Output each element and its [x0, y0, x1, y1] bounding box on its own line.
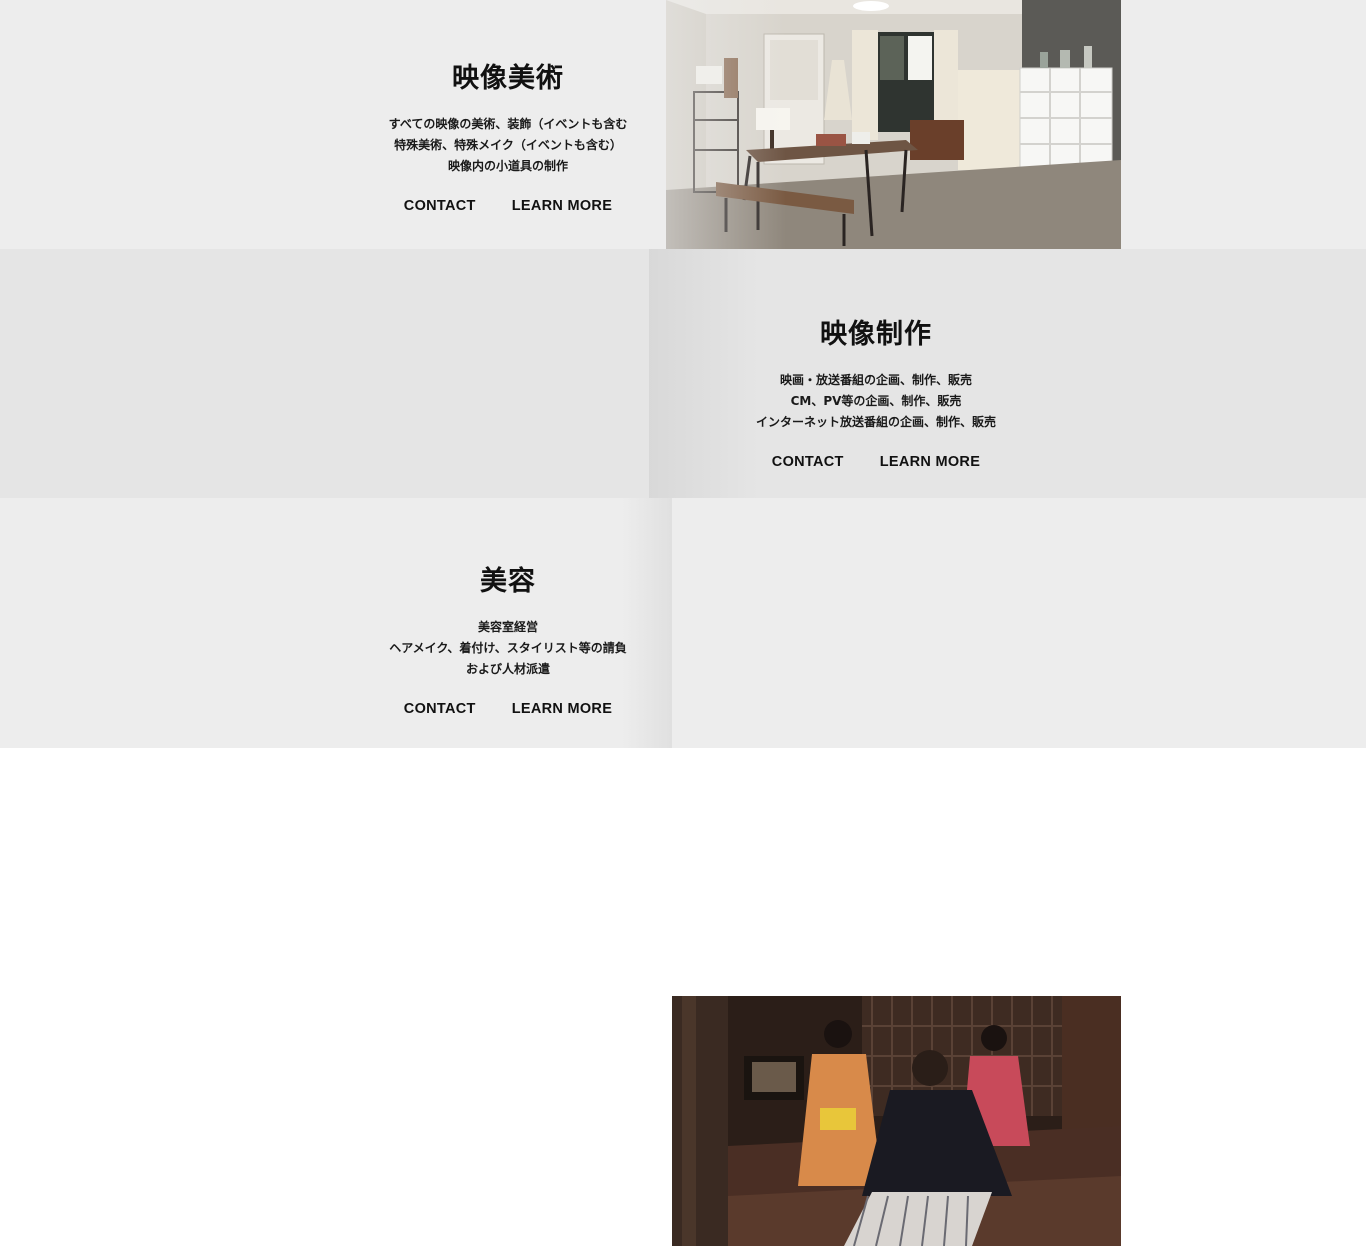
section-description: 映画・放送番組の企画、制作、販売 CM、PV等の企画、制作、販売 インターネット… [726, 370, 1026, 433]
section-links: CONTACT LEARN MORE [358, 198, 658, 214]
section-text: 映像美術 すべての映像の美術、装飾（イベントも含む 特殊美術、特殊メイク（イベン… [358, 62, 658, 214]
photo-fade [666, 0, 786, 249]
photo-kimono-scene [672, 996, 1121, 1246]
contact-link[interactable]: CONTACT [404, 701, 476, 717]
learn-more-link[interactable]: LEARN MORE [880, 454, 980, 470]
section-text: 美容 美容室経営 ヘアメイク、着付け、スタイリスト等の請負 および人材派遣 CO… [358, 565, 658, 717]
description-line: 特殊美術、特殊メイク（イベントも含む） [394, 138, 622, 152]
section-video-production: 映像制作 映画・放送番組の企画、制作、販売 CM、PV等の企画、制作、販売 イン… [0, 249, 1366, 747]
section-title: 映像美術 [452, 63, 564, 94]
section-links: CONTACT LEARN MORE [726, 454, 1026, 470]
description-line: CM、PV等の企画、制作、販売 [790, 394, 962, 408]
section-title: 美容 [480, 566, 536, 597]
description-line: すべての映像の美術、装飾（イベントも含む [388, 117, 628, 131]
description-line: および人材派遣 [465, 662, 550, 676]
contact-link[interactable]: CONTACT [772, 454, 844, 470]
learn-more-link[interactable]: LEARN MORE [512, 701, 612, 717]
section-description: すべての映像の美術、装飾（イベントも含む 特殊美術、特殊メイク（イベントも含む）… [358, 114, 658, 177]
section-beauty: 美容 美容室経営 ヘアメイク、着付け、スタイリスト等の請負 および人材派遣 CO… [0, 498, 1366, 1246]
photo-fade [622, 498, 672, 748]
description-line: 映画・放送番組の企画、制作、販売 [779, 373, 972, 387]
section-visual-art: 映像美術 すべての映像の美術、装飾（イベントも含む 特殊美術、特殊メイク（イベン… [0, 0, 1366, 249]
section-text: 映像制作 映画・放送番組の企画、制作、販売 CM、PV等の企画、制作、販売 イン… [726, 318, 1026, 470]
kimono-scene-image [672, 996, 1121, 1246]
description-line: 映像内の小道具の制作 [447, 159, 568, 173]
section-links: CONTACT LEARN MORE [358, 701, 658, 717]
photo-studio-room [666, 0, 1121, 249]
description-line: ヘアメイク、着付け、スタイリスト等の請負 [389, 641, 627, 655]
description-line: インターネット放送番組の企画、制作、販売 [755, 415, 996, 429]
learn-more-link[interactable]: LEARN MORE [512, 198, 612, 214]
section-title: 映像制作 [820, 319, 932, 350]
description-line: 美容室経営 [477, 620, 538, 634]
contact-link[interactable]: CONTACT [404, 198, 476, 214]
section-description: 美容室経営 ヘアメイク、着付け、スタイリスト等の請負 および人材派遣 [358, 617, 658, 680]
